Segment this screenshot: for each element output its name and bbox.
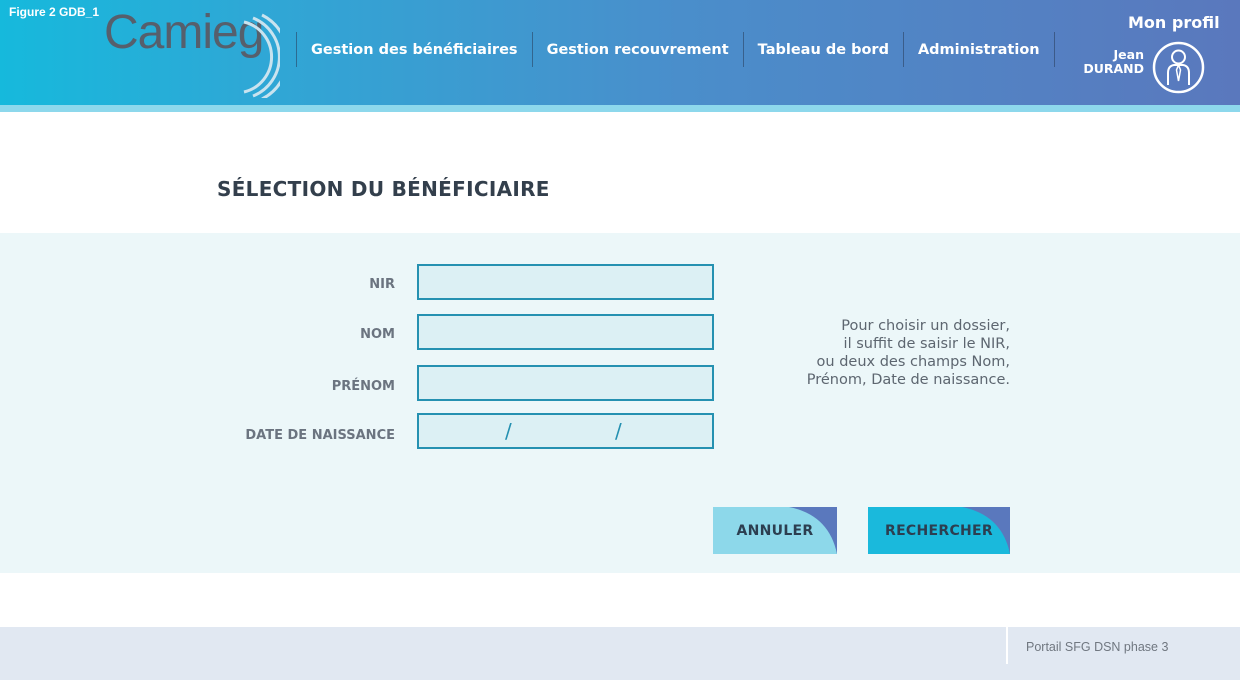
nir-input[interactable]	[417, 264, 714, 300]
date-separator-day: /	[505, 419, 512, 443]
figure-label: Figure 2 GDB_1	[9, 5, 100, 19]
help-line: Prénom, Date de naissance.	[806, 372, 1010, 388]
help-line: il suffit de saisir le NIR,	[843, 336, 1010, 352]
nir-label: NIR	[369, 277, 395, 292]
prenom-label: PRÉNOM	[331, 379, 395, 394]
profile-first-name: Jean	[1113, 47, 1144, 62]
nav-item-recouvrement[interactable]: Gestion recouvrement	[531, 32, 743, 67]
nav-item-tableau-de-bord[interactable]: Tableau de bord	[742, 32, 903, 67]
cancel-button[interactable]: ANNULER	[713, 507, 837, 554]
footer: Portail SFG DSN phase 3	[0, 627, 1240, 680]
user-avatar-icon[interactable]	[1152, 41, 1205, 94]
date-naissance-input[interactable]: / /	[417, 413, 714, 449]
camieg-logo[interactable]: Camieg	[104, 6, 280, 98]
prenom-input[interactable]	[417, 365, 714, 401]
header-strip	[0, 105, 1240, 112]
main-nav: Gestion des bénéficiaires Gestion recouv…	[296, 32, 1055, 67]
nav-item-beneficiaires[interactable]: Gestion des bénéficiaires	[296, 32, 532, 67]
nom-label: NOM	[360, 327, 395, 342]
profile-link[interactable]: Mon profil	[1128, 13, 1220, 32]
footer-text: Portail SFG DSN phase 3	[1026, 640, 1169, 654]
top-header: Figure 2 GDB_1 Camieg Gestion des bénéfi…	[0, 0, 1240, 105]
date-separator-month: /	[615, 419, 622, 443]
help-line: ou deux des champs Nom,	[816, 354, 1010, 370]
profile-user-name: Jean DURAND	[1083, 48, 1144, 76]
logo-waves-icon	[243, 13, 280, 98]
search-button[interactable]: RECHERCHER	[868, 507, 1010, 554]
nom-input[interactable]	[417, 314, 714, 350]
footer-divider	[1006, 627, 1008, 664]
search-button-label: RECHERCHER	[884, 522, 993, 539]
cancel-button-label: ANNULER	[736, 522, 814, 539]
date-naissance-label: DATE DE NAISSANCE	[245, 428, 395, 443]
page-title: SÉLECTION DU BÉNÉFICIAIRE	[217, 177, 550, 201]
help-text: Pour choisir un dossier, il suffit de sa…	[807, 317, 1010, 389]
profile-last-name: DURAND	[1083, 61, 1144, 76]
nav-item-administration[interactable]: Administration	[902, 32, 1055, 67]
search-form-panel: NIR NOM PRÉNOM DATE DE NAISSANCE / / Pou…	[0, 233, 1240, 573]
help-line: Pour choisir un dossier,	[841, 318, 1010, 334]
